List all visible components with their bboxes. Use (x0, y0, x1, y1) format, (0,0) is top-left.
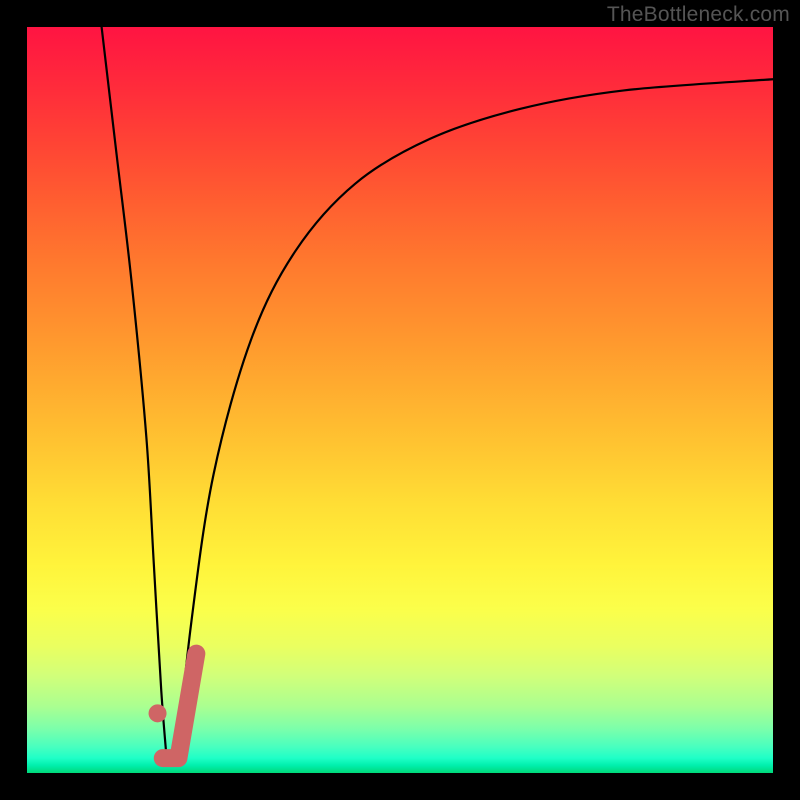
curve-left-branch (102, 27, 168, 766)
curve-right-branch (176, 79, 773, 765)
optimum-dot-icon (149, 704, 167, 722)
attribution-label: TheBottleneck.com (607, 3, 790, 27)
chart-frame: TheBottleneck.com (0, 0, 800, 800)
optimum-tick-icon (163, 654, 197, 758)
plot-area (27, 27, 773, 773)
curves-svg (27, 27, 773, 773)
